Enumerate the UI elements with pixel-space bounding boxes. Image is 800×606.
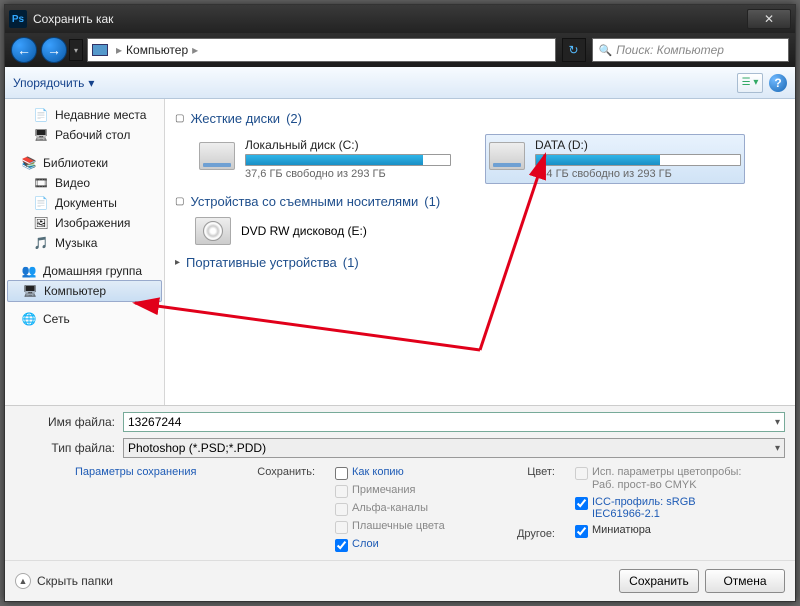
sidebar-item-music[interactable]: 🎵Музыка [5,233,164,253]
filetype-label: Тип файла: [15,441,115,455]
group-hard-drives[interactable]: ▢ Жесткие диски (2) [175,111,785,126]
sidebar-item-images[interactable]: 🖼Изображения [5,213,164,233]
sidebar-item-recent[interactable]: 📄Недавние места [5,105,164,125]
checkbox-as-copy[interactable] [335,467,348,480]
dvd-icon [195,217,231,245]
navigation-sidebar: 📄Недавние места 🖥Рабочий стол 📚Библиотек… [5,99,165,405]
save-params-link[interactable]: Параметры сохранения [75,466,225,478]
forward-button[interactable]: → [41,37,67,63]
checkbox-icc[interactable] [575,497,588,510]
refresh-button[interactable]: ↻ [562,38,586,62]
checkbox-spot [335,521,348,534]
filetype-combo[interactable]: Photoshop (*.PSD;*.PDD)▾ [123,438,785,458]
navigation-bar: ← → ▾ ▸ Компьютер ▸ ↻ Поиск: Компьютер [5,33,795,67]
library-icon: 📚 [21,156,37,170]
body-area: 📄Недавние места 🖥Рабочий стол 📚Библиотек… [5,99,795,405]
chevron-down-icon: ▾ [88,76,94,90]
hide-folders-toggle[interactable]: ▲ Скрыть папки [15,573,113,589]
sidebar-item-documents[interactable]: 📄Документы [5,193,164,213]
collapse-icon: ▢ [175,113,184,124]
chevron-up-icon: ▲ [15,573,31,589]
hdd-icon [199,142,235,170]
sidebar-item-video[interactable]: 🎞Видео [5,173,164,193]
toolbar: Упорядочить ▾ ☰ ▾ ? [5,67,795,99]
drive-c[interactable]: Локальный диск (C:) 37,6 ГБ свободно из … [195,134,455,184]
view-mode-button[interactable]: ☰ ▾ [737,73,763,93]
title-bar[interactable]: Ps Сохранить как ✕ [5,5,795,33]
drive-d[interactable]: DATA (D:) 114 ГБ свободно из 293 ГБ [485,134,745,184]
music-icon: 🎵 [33,236,49,250]
image-icon: 🖼 [33,216,49,230]
save-as-dialog: Ps Сохранить как ✕ ← → ▾ ▸ Компьютер ▸ ↻… [4,4,796,602]
capacity-bar [245,154,451,166]
group-removable[interactable]: ▢ Устройства со съемными носителями (1) [175,194,785,209]
close-button[interactable]: ✕ [747,9,791,29]
filename-label: Имя файла: [15,415,115,429]
checkbox-notes [335,485,348,498]
help-button[interactable]: ? [769,74,787,92]
back-button[interactable]: ← [11,37,37,63]
checkbox-layers[interactable] [335,539,348,552]
capacity-bar [535,154,741,166]
address-bar[interactable]: ▸ Компьютер ▸ [87,38,556,62]
computer-icon: 🖥 [22,284,38,298]
sidebar-group-homegroup[interactable]: 👥Домашняя группа [5,261,164,281]
collapse-icon: ▸ [175,257,180,268]
window-title: Сохранить как [33,12,747,26]
hdd-icon [489,142,525,170]
save-form: Имя файла: 13267244▾ Тип файла: Photosho… [5,405,795,560]
checkbox-thumbnail[interactable] [575,525,588,538]
recent-icon: 📄 [33,108,49,122]
cancel-button[interactable]: Отмена [705,569,785,593]
drive-dvd[interactable]: DVD RW дисковод (E:) [195,217,785,245]
network-icon: 🌐 [21,312,37,326]
breadcrumb-item[interactable]: Компьютер [126,43,188,57]
file-list: ▢ Жесткие диски (2) Локальный диск (C:) … [165,99,795,405]
document-icon: 📄 [33,196,49,210]
history-dropdown[interactable]: ▾ [69,39,83,61]
color-label: Цвет: [505,466,555,478]
sidebar-item-desktop[interactable]: 🖥Рабочий стол [5,125,164,145]
group-portable[interactable]: ▸ Портативные устройства (1) [175,255,785,270]
checkbox-alpha [335,503,348,516]
sidebar-item-computer[interactable]: 🖥Компьютер [7,280,162,302]
search-icon [599,43,617,57]
filename-input[interactable]: 13267244▾ [123,412,785,432]
computer-icon [92,44,108,56]
sidebar-group-network[interactable]: 🌐Сеть [5,309,164,329]
view-options: ☰ ▾ ? [737,73,787,93]
desktop-icon: 🖥 [33,128,49,142]
other-label: Другое: [505,528,555,540]
dialog-buttons: ▲ Скрыть папки Сохранить Отмена [5,560,795,601]
video-icon: 🎞 [33,176,49,190]
save-as-label: Сохранить: [245,466,315,478]
app-icon: Ps [9,10,27,28]
sidebar-group-libraries[interactable]: 📚Библиотеки [5,153,164,173]
checkbox-proof [575,467,588,480]
homegroup-icon: 👥 [21,264,37,278]
save-options: Параметры сохранения Сохранить: Как копи… [75,466,785,552]
search-input[interactable]: Поиск: Компьютер [592,38,789,62]
collapse-icon: ▢ [175,196,184,207]
save-button[interactable]: Сохранить [619,569,699,593]
organize-button[interactable]: Упорядочить ▾ [13,76,94,90]
